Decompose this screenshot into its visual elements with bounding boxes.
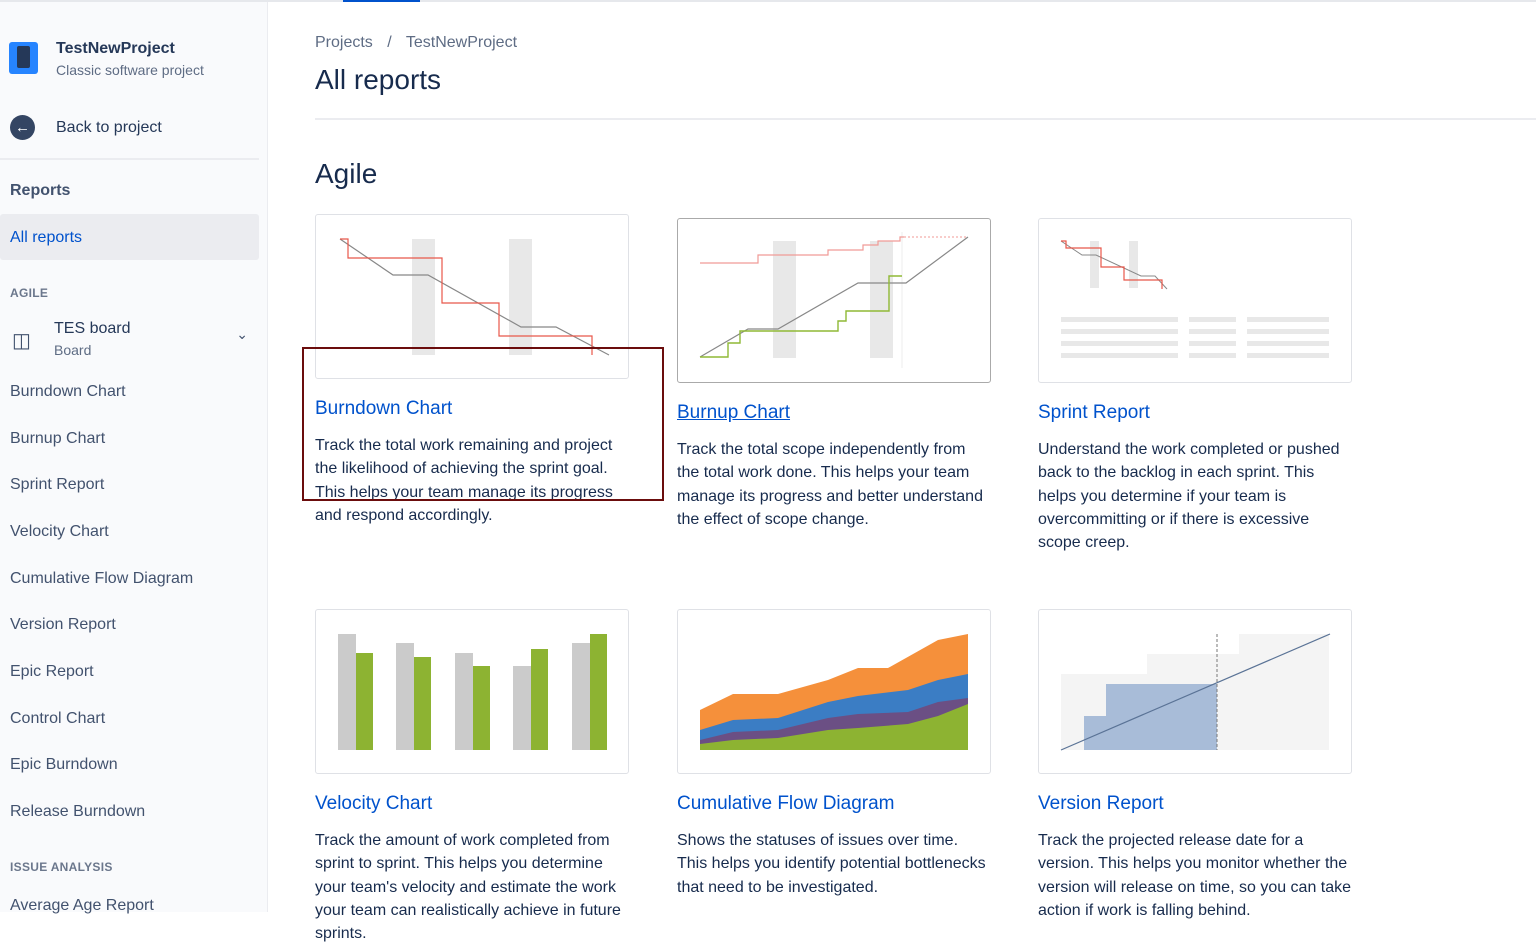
page-title: All reports bbox=[315, 64, 442, 95]
sidebar-item-cumulative-flow[interactable]: Cumulative Flow Diagram bbox=[10, 570, 193, 588]
sidebar-item-all-reports[interactable]: All reports bbox=[0, 214, 259, 260]
board-name: TES board bbox=[54, 320, 131, 337]
burndown-thumbnail[interactable] bbox=[315, 214, 629, 379]
cfd-illustration bbox=[700, 634, 968, 750]
sidebar-item-velocity-chart[interactable]: Velocity Chart bbox=[10, 523, 109, 541]
burnup-illustration bbox=[699, 232, 969, 368]
report-description: Track the total work remaining and proje… bbox=[315, 437, 613, 524]
report-card-version: Version Report Track the projected relea… bbox=[1038, 609, 1352, 922]
project-name: TestNewProject bbox=[56, 40, 175, 57]
project-type: Classic software project bbox=[56, 62, 204, 78]
report-card-velocity: Velocity Chart Track the amount of work … bbox=[315, 609, 629, 945]
report-link-burnup[interactable]: Burnup Chart bbox=[677, 402, 790, 424]
burnup-thumbnail[interactable] bbox=[677, 218, 991, 383]
sidebar-item-epic-report[interactable]: Epic Report bbox=[10, 663, 94, 681]
sidebar-item-burndown-chart[interactable]: Burndown Chart bbox=[10, 383, 126, 401]
report-card-burndown: Burndown Chart Track the total work rema… bbox=[315, 214, 629, 527]
report-link-cfd[interactable]: Cumulative Flow Diagram bbox=[677, 793, 895, 815]
report-description: Understand the work completed or pushed … bbox=[1038, 441, 1340, 552]
sidebar-item-release-burndown[interactable]: Release Burndown bbox=[10, 803, 145, 821]
sidebar-item-sprint-report[interactable]: Sprint Report bbox=[10, 476, 104, 494]
project-header[interactable]: TestNewProject Classic software project bbox=[9, 40, 204, 78]
report-card-cfd: Cumulative Flow Diagram Shows the status… bbox=[677, 609, 991, 899]
top-accent bbox=[343, 0, 420, 2]
issue-analysis-group-label: ISSUE ANALYSIS bbox=[10, 860, 113, 874]
report-link-velocity[interactable]: Velocity Chart bbox=[315, 793, 432, 815]
agile-group-label: AGILE bbox=[10, 286, 49, 300]
reports-heading: Reports bbox=[10, 182, 71, 199]
sidebar-item-epic-burndown[interactable]: Epic Burndown bbox=[10, 756, 118, 774]
breadcrumb-project[interactable]: TestNewProject bbox=[406, 34, 517, 51]
breadcrumb-separator: / bbox=[387, 34, 392, 51]
velocity-thumbnail[interactable] bbox=[315, 609, 629, 774]
report-description: Track the amount of work completed from … bbox=[315, 832, 621, 943]
cfd-thumbnail[interactable] bbox=[677, 609, 991, 774]
breadcrumb: Projects / TestNewProject bbox=[315, 34, 527, 52]
report-link-version[interactable]: Version Report bbox=[1038, 793, 1164, 815]
report-link-burndown[interactable]: Burndown Chart bbox=[315, 398, 452, 420]
arrow-left-icon: ← bbox=[10, 115, 35, 140]
version-report-illustration bbox=[1060, 633, 1331, 751]
breadcrumb-projects[interactable]: Projects bbox=[315, 34, 373, 51]
sidebar-item-average-age-report[interactable]: Average Age Report bbox=[10, 897, 154, 915]
report-card-sprint: Sprint Report Understand the work comple… bbox=[1038, 218, 1352, 554]
velocity-illustration bbox=[338, 634, 607, 750]
sidebar-item-burnup-chart[interactable]: Burnup Chart bbox=[10, 430, 105, 448]
report-description: Track the projected release date for a v… bbox=[1038, 832, 1352, 919]
burndown-illustration bbox=[339, 238, 610, 356]
report-card-burnup: Burnup Chart Track the total scope indep… bbox=[677, 218, 991, 531]
section-title: Agile bbox=[315, 158, 378, 189]
chevron-down-icon[interactable]: ⌄ bbox=[236, 326, 248, 343]
board-selector[interactable]: ◫ TES board Board ⌄ bbox=[10, 320, 250, 362]
divider bbox=[315, 118, 1536, 120]
report-description: Track the total scope independently from… bbox=[677, 441, 983, 528]
version-report-thumbnail[interactable] bbox=[1038, 609, 1352, 774]
sidebar-item-version-report[interactable]: Version Report bbox=[10, 616, 116, 634]
sprint-report-illustration bbox=[1060, 240, 1329, 358]
report-description: Shows the statuses of issues over time. … bbox=[677, 832, 986, 896]
sidebar: TestNewProject Classic software project … bbox=[0, 2, 268, 915]
sprint-report-thumbnail[interactable] bbox=[1038, 218, 1352, 383]
project-avatar-icon bbox=[9, 42, 38, 74]
back-label: Back to project bbox=[56, 118, 162, 136]
board-icon: ◫ bbox=[12, 330, 31, 352]
board-type: Board bbox=[54, 342, 92, 358]
sidebar-item-control-chart[interactable]: Control Chart bbox=[10, 710, 105, 728]
divider bbox=[0, 158, 259, 160]
back-to-project-button[interactable]: ← Back to project bbox=[10, 115, 162, 140]
report-link-sprint[interactable]: Sprint Report bbox=[1038, 402, 1150, 424]
